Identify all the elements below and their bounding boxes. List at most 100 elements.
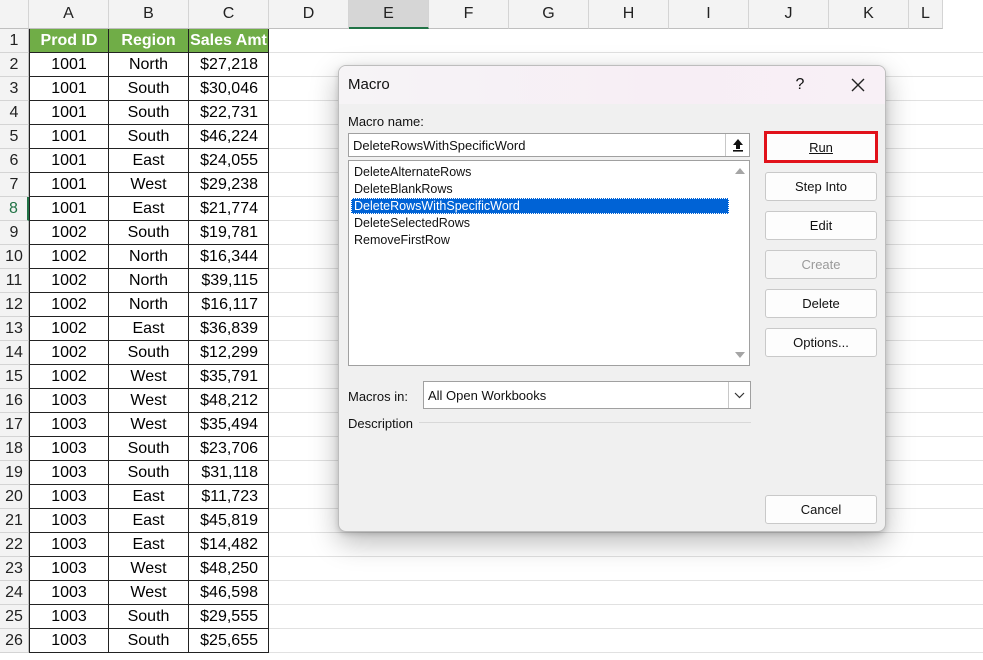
column-header-d[interactable]: D [269,0,349,29]
list-scrollbar[interactable] [729,161,749,365]
table-cell[interactable]: $24,055 [189,149,269,173]
step-into-button[interactable]: Step Into [765,172,877,201]
table-cell[interactable]: $29,238 [189,173,269,197]
table-cell[interactable]: South [109,221,189,245]
row-header[interactable]: 6 [0,149,29,173]
column-header-h[interactable]: H [589,0,669,29]
table-cell[interactable]: $36,839 [189,317,269,341]
table-cell[interactable]: $25,655 [189,629,269,653]
table-cell[interactable]: $21,774 [189,197,269,221]
row-header[interactable]: 23 [0,557,29,581]
table-cell[interactable]: East [109,149,189,173]
scroll-up-icon[interactable] [735,168,745,174]
table-cell[interactable]: $48,212 [189,389,269,413]
table-cell[interactable]: 1003 [29,557,109,581]
table-cell[interactable]: 1002 [29,221,109,245]
table-cell[interactable]: $11,723 [189,485,269,509]
table-cell[interactable]: West [109,581,189,605]
table-cell[interactable]: South [109,125,189,149]
help-button[interactable]: ? [785,72,815,98]
table-cell[interactable]: $16,344 [189,245,269,269]
table-cell[interactable]: North [109,53,189,77]
table-cell[interactable]: $22,731 [189,101,269,125]
run-button[interactable]: Run [764,131,878,163]
table-cell[interactable]: 1001 [29,173,109,197]
table-cell[interactable]: 1001 [29,53,109,77]
table-cell[interactable]: North [109,269,189,293]
table-cell[interactable]: 1003 [29,389,109,413]
table-cell[interactable]: 1003 [29,509,109,533]
macro-list-item[interactable]: RemoveFirstRow [351,232,729,248]
table-cell[interactable]: West [109,413,189,437]
table-cell[interactable]: South [109,461,189,485]
close-button[interactable] [841,72,875,98]
column-header-g[interactable]: G [509,0,589,29]
row-header[interactable]: 25 [0,605,29,629]
table-cell[interactable]: 1003 [29,533,109,557]
row-header[interactable]: 1 [0,29,29,53]
table-cell[interactable]: $12,299 [189,341,269,365]
column-header-a[interactable]: A [29,0,109,29]
table-cell[interactable]: 1001 [29,197,109,221]
row-header[interactable]: 22 [0,533,29,557]
table-cell[interactable]: South [109,77,189,101]
create-button[interactable]: Create [765,250,877,279]
table-cell[interactable]: $30,046 [189,77,269,101]
row-header[interactable]: 17 [0,413,29,437]
table-cell[interactable]: East [109,509,189,533]
table-cell[interactable]: $45,819 [189,509,269,533]
table-cell[interactable]: 1003 [29,629,109,653]
column-header-c[interactable]: C [189,0,269,29]
row-header[interactable]: 15 [0,365,29,389]
table-cell[interactable]: 1002 [29,317,109,341]
table-cell[interactable]: South [109,437,189,461]
edit-button[interactable]: Edit [765,211,877,240]
table-cell[interactable]: 1002 [29,293,109,317]
table-cell[interactable]: West [109,389,189,413]
macro-list-item[interactable]: DeleteAlternateRows [351,164,729,180]
row-header[interactable]: 10 [0,245,29,269]
macro-list-item[interactable]: DeleteSelectedRows [351,215,729,231]
table-cell[interactable]: 1003 [29,413,109,437]
scroll-down-icon[interactable] [735,352,745,358]
column-header-i[interactable]: I [669,0,749,29]
delete-button[interactable]: Delete [765,289,877,318]
table-cell[interactable]: 1003 [29,461,109,485]
table-cell[interactable]: $35,494 [189,413,269,437]
macro-list-item[interactable]: DeleteBlankRows [351,181,729,197]
table-cell[interactable]: 1003 [29,605,109,629]
table-cell[interactable]: $39,115 [189,269,269,293]
table-cell[interactable]: South [109,605,189,629]
table-cell[interactable]: South [109,341,189,365]
column-header-f[interactable]: F [429,0,509,29]
table-cell[interactable]: $29,555 [189,605,269,629]
row-header[interactable]: 9 [0,221,29,245]
header-cell[interactable]: Sales Amt [189,29,269,53]
row-header[interactable]: 8 [0,197,29,221]
table-cell[interactable]: $48,250 [189,557,269,581]
table-cell[interactable]: 1002 [29,341,109,365]
table-cell[interactable]: $46,224 [189,125,269,149]
table-cell[interactable]: 1002 [29,365,109,389]
row-header[interactable]: 2 [0,53,29,77]
table-cell[interactable]: North [109,293,189,317]
table-cell[interactable]: 1001 [29,101,109,125]
macro-list-item[interactable]: DeleteRowsWithSpecificWord [351,198,729,214]
table-cell[interactable]: 1003 [29,485,109,509]
table-cell[interactable]: South [109,629,189,653]
table-cell[interactable]: East [109,317,189,341]
row-header[interactable]: 3 [0,77,29,101]
row-header[interactable]: 14 [0,341,29,365]
row-header[interactable]: 16 [0,389,29,413]
table-cell[interactable]: West [109,173,189,197]
row-header[interactable]: 7 [0,173,29,197]
column-header-k[interactable]: K [829,0,909,29]
row-header[interactable]: 24 [0,581,29,605]
column-header-e[interactable]: E [349,0,429,29]
row-header[interactable]: 20 [0,485,29,509]
table-cell[interactable]: South [109,101,189,125]
table-cell[interactable]: 1001 [29,125,109,149]
select-all-corner[interactable] [0,0,29,29]
column-header-j[interactable]: J [749,0,829,29]
row-header[interactable]: 11 [0,269,29,293]
